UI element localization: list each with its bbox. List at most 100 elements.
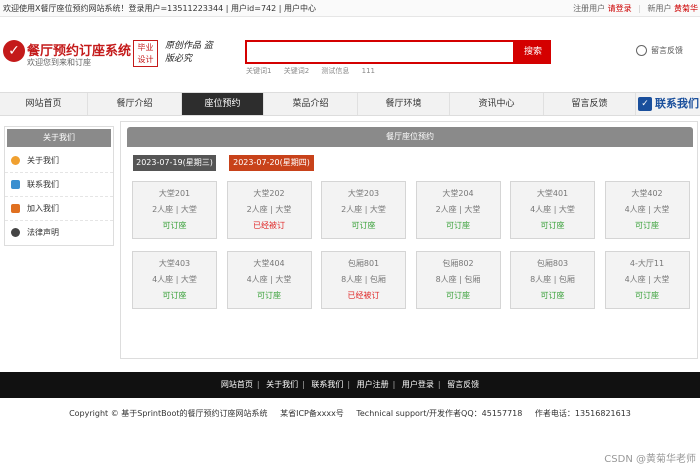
footer-links: 网站首页 | 关于我们 | 联系我们 | 用户注册 | 用户登录 | 留言反馈 bbox=[220, 380, 480, 389]
nav-item-seat-booking[interactable]: 座位预约 bbox=[182, 93, 264, 115]
footer-link-home[interactable]: 网站首页 bbox=[221, 380, 253, 389]
seat-info: 2人座 | 大堂 bbox=[341, 205, 386, 214]
seat-info: 4人座 | 大堂 bbox=[152, 275, 197, 284]
seat-status-booked: 已经被订 bbox=[253, 221, 285, 230]
seat-name: 大堂401 bbox=[536, 189, 569, 198]
main-nav: 网站首页 餐厅介绍 座位预约 菜品介绍 餐厅环境 资讯中心 留言反馈 ✓ 联系我们 bbox=[0, 92, 700, 116]
login-link[interactable]: 请登录 bbox=[608, 4, 632, 13]
seat-status-available[interactable]: 可订座 bbox=[133, 290, 216, 301]
watermark: CSDN @黄菊华老师 bbox=[604, 454, 696, 465]
hot-keyword-link[interactable]: 111 bbox=[362, 67, 375, 75]
search-button[interactable]: 搜索 bbox=[515, 40, 551, 64]
seat-status-available[interactable]: 可订座 bbox=[133, 220, 216, 231]
date-tab-2[interactable]: 2023-07-20(星期四) bbox=[229, 155, 314, 171]
seat-card[interactable]: 大堂202 2人座 | 大堂 已经被订 bbox=[226, 181, 312, 239]
seat-name: 大堂202 bbox=[253, 189, 285, 198]
seat-name: 包厢801 bbox=[347, 259, 380, 268]
seat-info: 8人座 | 包厢 bbox=[341, 275, 386, 284]
seat-card[interactable]: 大堂403 4人座 | 大堂 可订座 bbox=[132, 251, 217, 309]
seat-info: 2人座 | 大堂 bbox=[152, 205, 197, 214]
sidebar-item-label: 关于我们 bbox=[27, 156, 59, 165]
top-bar: 欢迎使用X餐厅座位预约网站系统！登录用户=13511223344 | 用户id=… bbox=[0, 0, 700, 17]
seat-name: 大堂204 bbox=[442, 189, 474, 198]
hot-keywords: 关键词1 关键词2 测试信息 111 bbox=[246, 66, 385, 76]
header: ✓ 餐厅预约订座系统 欢迎您到来和订座 毕业 设计 原创作品 盗版必究 搜索 关… bbox=[0, 18, 700, 90]
graduation-badge: 毕业 设计 bbox=[133, 40, 158, 67]
seat-card[interactable]: 大堂201 2人座 | 大堂可订座 bbox=[132, 181, 217, 239]
seat-info: 2人座 | 大堂 bbox=[246, 205, 292, 214]
seat-card[interactable]: 大堂204 2人座 | 大堂可订座 bbox=[415, 181, 501, 239]
seat-card[interactable]: 包厢801 8人座 | 包厢 已经被订 bbox=[321, 251, 406, 309]
smile-icon bbox=[11, 156, 20, 165]
phone-text: 作者电话：13516821613 bbox=[534, 409, 631, 418]
seat-card[interactable]: 4-大厅11 4人座 | 大堂 可订座 bbox=[604, 251, 690, 309]
welcome-text: 欢迎使用X餐厅座位预约网站系统！登录用户=13511223344 | 用户id=… bbox=[3, 4, 317, 13]
search-input[interactable] bbox=[245, 40, 515, 64]
seat-status-available[interactable]: 可订座 bbox=[228, 290, 311, 301]
hot-keyword-link[interactable]: 关键词2 bbox=[284, 67, 309, 75]
nav-contact-us[interactable]: ✓ 联系我们 bbox=[638, 95, 699, 113]
icp-text: 某省ICP备xxxx号 bbox=[280, 409, 344, 418]
seat-card[interactable]: 大堂203 2人座 | 大堂可订座 bbox=[321, 181, 406, 239]
sidebar-item-label: 加入我们 bbox=[27, 204, 59, 213]
seat-name: 大堂402 bbox=[631, 189, 663, 198]
nav-item-environment[interactable]: 餐厅环境 bbox=[358, 93, 450, 115]
date-tab-1[interactable]: 2023-07-19(星期三) bbox=[133, 155, 216, 171]
document-icon bbox=[11, 180, 20, 189]
support-text: Technical support/开发作者QQ：45157718 bbox=[356, 409, 523, 418]
footer-link-feedback[interactable]: 留言反馈 bbox=[447, 380, 479, 389]
header-feedback-link[interactable]: 留言反馈 bbox=[636, 45, 683, 56]
hot-keyword-link[interactable]: 关键词1 bbox=[246, 67, 271, 75]
seat-status-available[interactable]: 可订座 bbox=[511, 290, 594, 301]
sidebar-item-legal[interactable]: 法律声明 bbox=[5, 221, 113, 245]
power-icon bbox=[11, 228, 20, 237]
sidebar-item-about[interactable]: 关于我们 bbox=[5, 149, 113, 173]
slogan: 原创作品 盗版必究 bbox=[165, 41, 213, 64]
nav-item-dishes[interactable]: 菜品介绍 bbox=[264, 93, 358, 115]
seat-status-available[interactable]: 可订座 bbox=[606, 290, 689, 301]
seat-name: 大堂201 bbox=[158, 189, 191, 198]
seat-info: 4人座 | 大堂 bbox=[624, 275, 670, 284]
footer-link-login[interactable]: 用户登录 bbox=[402, 380, 434, 389]
seat-status-available[interactable]: 可订座 bbox=[606, 220, 689, 231]
seat-name: 包厢803 bbox=[536, 259, 569, 268]
seat-card[interactable]: 大堂404 4人座 | 大堂 可订座 bbox=[226, 251, 312, 309]
new-user-link[interactable]: 新用户 bbox=[647, 4, 671, 13]
nav-item-home[interactable]: 网站首页 bbox=[0, 93, 88, 115]
sidebar-item-join[interactable]: 加入我们 bbox=[5, 197, 113, 221]
seat-card[interactable]: 包厢803 8人座 | 包厢可订座 bbox=[510, 251, 595, 309]
seat-info: 8人座 | 包厢 bbox=[435, 275, 481, 284]
user-name-link[interactable]: 黄菊华 bbox=[674, 4, 698, 13]
contact-label: 联系我们 bbox=[655, 97, 699, 110]
footer-link-register[interactable]: 用户注册 bbox=[357, 380, 389, 389]
seat-status-available[interactable]: 可订座 bbox=[511, 220, 594, 231]
seat-card[interactable]: 包厢802 8人座 | 包厢 可订座 bbox=[415, 251, 501, 309]
nav-item-news[interactable]: 资讯中心 bbox=[450, 93, 544, 115]
seat-status-available[interactable]: 可订座 bbox=[417, 220, 500, 231]
booking-panel: 餐厅座位预约 2023-07-19(星期三) 2023-07-20(星期四) 大… bbox=[120, 121, 698, 359]
check-icon: ✓ bbox=[638, 97, 652, 111]
badge-line-1: 毕业 bbox=[137, 43, 154, 52]
seat-card[interactable]: 大堂402 4人座 | 大堂 可订座 bbox=[604, 181, 690, 239]
footer-link-about[interactable]: 关于我们 bbox=[266, 380, 298, 389]
sidebar-item-label: 法律声明 bbox=[27, 228, 59, 237]
nav-item-feedback[interactable]: 留言反馈 bbox=[544, 93, 636, 115]
nav-item-restaurant-intro[interactable]: 餐厅介绍 bbox=[88, 93, 182, 115]
seat-info: 2人座 | 大堂 bbox=[435, 205, 481, 214]
register-link[interactable]: 注册用户 bbox=[573, 4, 605, 13]
site-subtitle: 欢迎您到来和订座 bbox=[27, 58, 91, 67]
copyright-text: Copyright © 基于SprintBoot的餐厅预约订座网站系统 bbox=[69, 409, 268, 418]
sidebar: 关于我们 关于我们 联系我们 加入我们 法律声明 bbox=[4, 126, 114, 246]
hot-keyword-link[interactable]: 测试信息 bbox=[321, 67, 349, 75]
logo-check-icon: ✓ bbox=[3, 40, 25, 62]
seat-card[interactable]: 大堂401 4人座 | 大堂可订座 bbox=[510, 181, 595, 239]
footer-link-contact[interactable]: 联系我们 bbox=[311, 380, 343, 389]
sidebar-item-contact[interactable]: 联系我们 bbox=[5, 173, 113, 197]
sidebar-title: 关于我们 bbox=[7, 129, 111, 147]
seat-status-available[interactable]: 可订座 bbox=[322, 220, 405, 231]
seat-name: 大堂203 bbox=[347, 189, 380, 198]
seat-info: 8人座 | 包厢 bbox=[530, 275, 575, 284]
seat-status-available[interactable]: 可订座 bbox=[417, 290, 500, 301]
seat-info: 4人座 | 大堂 bbox=[530, 205, 575, 214]
badge-line-2: 设计 bbox=[137, 55, 154, 64]
